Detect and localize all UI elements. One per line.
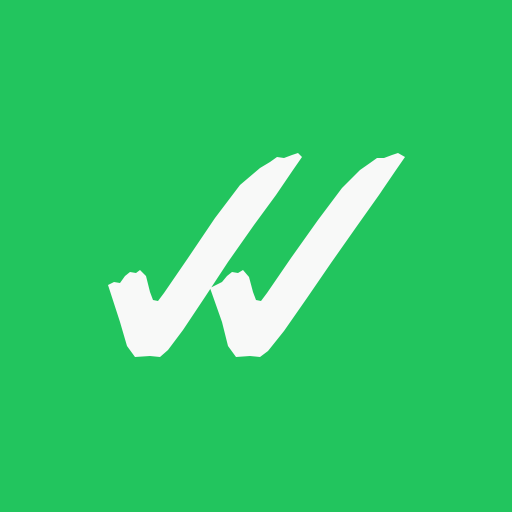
- app-icon: [0, 0, 512, 512]
- right-checkmark: [210, 153, 405, 357]
- double-check-icon: [108, 153, 405, 357]
